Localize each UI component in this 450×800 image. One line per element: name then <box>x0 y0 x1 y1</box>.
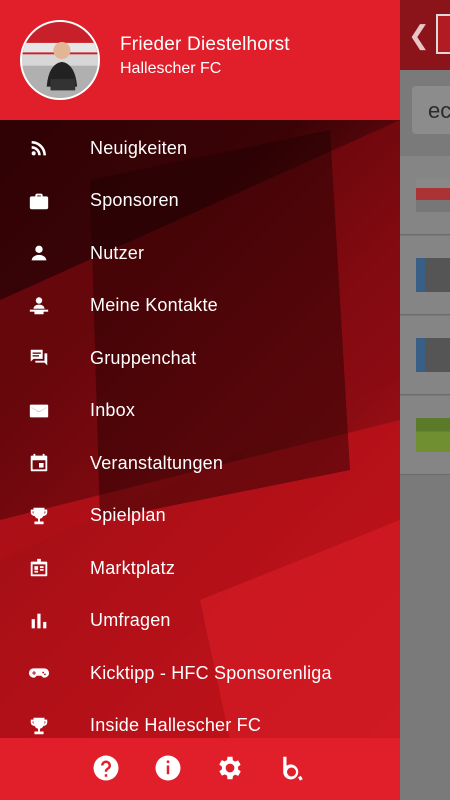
menu-item-label: Spielplan <box>90 505 166 526</box>
menu-item-gruppenchat[interactable]: Gruppenchat <box>0 332 400 385</box>
bar-chart-icon <box>28 610 50 632</box>
sponsor-logo <box>416 418 450 452</box>
menu-item-label: Meine Kontakte <box>90 295 218 316</box>
menu-item-meine-kontakte[interactable]: Meine Kontakte <box>0 280 400 333</box>
person-icon <box>28 242 50 264</box>
background-list-item <box>400 396 450 475</box>
menu-item-umfragen[interactable]: Umfragen <box>0 595 400 648</box>
club-logo-icon <box>436 14 450 54</box>
user-club: Hallescher FC <box>120 60 222 77</box>
info-icon[interactable] <box>152 752 184 784</box>
menu-item-neuigkeiten[interactable]: Neuigkeiten <box>0 122 400 175</box>
menu-item-label: Inbox <box>90 400 136 421</box>
menu-item-inbox[interactable]: Inbox <box>0 385 400 438</box>
briefcase-icon <box>28 190 50 212</box>
storefront-icon <box>28 557 50 579</box>
menu-item-label: Veranstaltungen <box>90 452 224 473</box>
chat-icon <box>28 347 50 369</box>
menu-item-label: Nutzer <box>90 242 145 263</box>
menu-item-label: Gruppenchat <box>90 347 197 368</box>
menu-item-label: Inside Hallescher FC <box>90 715 262 736</box>
background-list-item <box>400 316 450 395</box>
drawer-footer <box>0 738 400 800</box>
background-search-text: ec <box>428 98 450 123</box>
menu-item-nutzer[interactable]: Nutzer <box>0 227 400 280</box>
menu-item-label: Sponsoren <box>90 190 179 211</box>
back-icon: ❮ <box>408 20 430 50</box>
calendar-icon <box>28 452 50 474</box>
trophy-icon <box>28 715 50 737</box>
menu-item-marktplatz[interactable]: Marktplatz <box>0 542 400 595</box>
menu-item-label: Neuigkeiten <box>90 137 188 158</box>
background-list-item <box>400 156 450 235</box>
contact-desk-icon <box>28 295 50 317</box>
drawer-header: Frieder Diestelhorst Hallescher FC <box>0 0 400 120</box>
gamepad-icon <box>28 662 50 684</box>
menu-item-sponsoren[interactable]: Sponsoren <box>0 175 400 228</box>
brand-b-icon[interactable] <box>276 752 308 784</box>
help-icon[interactable] <box>90 752 122 784</box>
user-name: Frieder Diestelhorst <box>120 34 290 55</box>
menu-item-label: Kicktipp - HFC Sponsorenliga <box>90 662 332 683</box>
user-photo <box>22 22 98 98</box>
menu-item-kicktipp[interactable]: Kicktipp - HFC Sponsorenliga <box>0 647 400 700</box>
menu-item-veranstaltungen[interactable]: Veranstaltungen <box>0 437 400 490</box>
menu-item-spielplan[interactable]: Spielplan <box>0 490 400 543</box>
sponsor-logo <box>416 178 450 212</box>
menu-item-label: Marktplatz <box>90 557 176 578</box>
trophy-icon <box>28 505 50 527</box>
avatar[interactable] <box>20 20 100 100</box>
sponsor-logo <box>416 258 450 292</box>
menu-item-label: Umfragen <box>90 610 171 631</box>
rss-icon <box>28 137 50 159</box>
sponsor-logo <box>416 338 450 372</box>
mail-icon <box>28 400 50 422</box>
settings-icon[interactable] <box>214 752 246 784</box>
navigation-drawer: Frieder Diestelhorst Hallescher FC Neuig… <box>0 0 400 800</box>
background-list-item <box>400 236 450 315</box>
drawer-menu: Neuigkeiten Sponsoren Nutzer Meine Konta… <box>0 122 400 752</box>
